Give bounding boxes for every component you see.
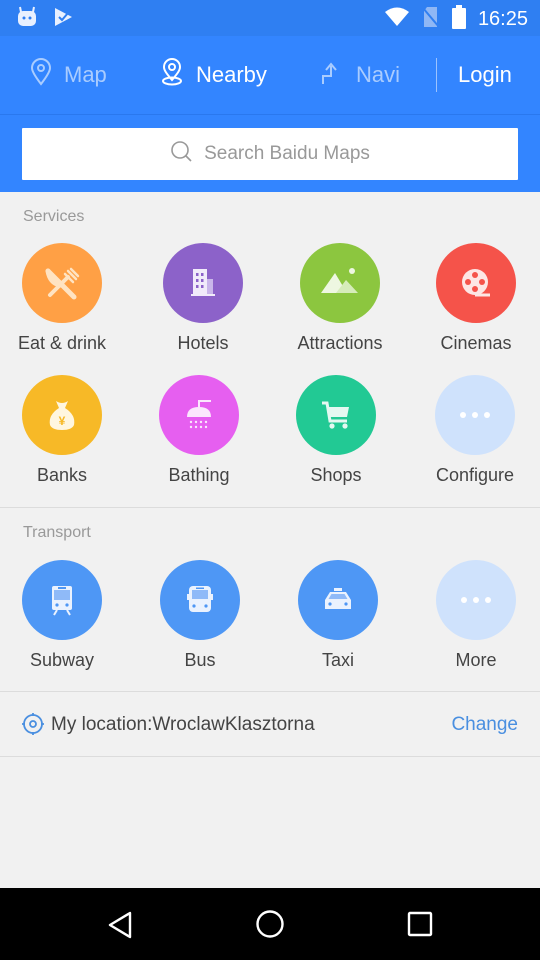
recents-square-icon <box>407 911 433 937</box>
change-location-link[interactable]: Change <box>451 714 518 736</box>
battery-icon <box>451 5 466 34</box>
no-sim-icon <box>422 6 440 33</box>
map-pin-icon <box>30 58 52 92</box>
play-store-check-icon <box>52 6 74 33</box>
subway-train-icon <box>22 560 102 640</box>
bus-icon <box>160 560 240 640</box>
recents-button[interactable] <box>406 910 434 943</box>
navi-turn-icon <box>320 58 344 92</box>
service-hotels[interactable]: Hotels <box>138 243 268 354</box>
service-label: Cinemas <box>440 333 512 353</box>
login-button[interactable]: Login <box>458 36 512 114</box>
service-attractions[interactable]: Attractions <box>275 243 405 354</box>
transport-subway[interactable]: Subway <box>0 560 127 671</box>
service-label: Banks <box>36 465 88 485</box>
nearby-pin-icon <box>160 58 184 92</box>
location-target-icon <box>21 712 45 741</box>
more-dots-icon <box>435 375 515 455</box>
tab-map-label: Map <box>64 62 107 87</box>
tab-navi[interactable]: Navi <box>320 36 400 114</box>
search-area: Search Baidu Maps <box>0 114 540 192</box>
top-nav: Map Nearby Navi Login <box>0 36 540 114</box>
home-button[interactable] <box>255 909 285 944</box>
service-bathing[interactable]: Bathing <box>134 375 264 486</box>
home-circle-icon <box>256 910 284 938</box>
more-dots-icon <box>436 560 516 640</box>
transport-label: Subway <box>29 650 95 670</box>
android-bot-icon <box>16 6 38 33</box>
status-time: 16:25 <box>477 8 528 30</box>
transport-bus[interactable]: Bus <box>135 560 265 671</box>
service-label: Eat & drink <box>17 333 107 353</box>
transport-label: Taxi <box>321 650 354 670</box>
fork-knife-icon <box>22 243 102 323</box>
tab-nearby-label: Nearby <box>196 62 267 87</box>
service-label: Configure <box>435 465 515 485</box>
status-bar: 16:25 <box>0 0 540 36</box>
mountain-icon <box>300 243 380 323</box>
service-label: Attractions <box>297 333 383 353</box>
shopping-cart-icon <box>296 375 376 455</box>
service-shops[interactable]: Shops <box>271 375 401 486</box>
service-label: Bathing <box>168 465 230 485</box>
svg-text:¥: ¥ <box>59 414 66 428</box>
film-reel-icon <box>436 243 516 323</box>
service-cinemas[interactable]: Cinemas <box>411 243 540 354</box>
transport-more[interactable]: More <box>411 560 540 671</box>
search-input[interactable]: Search Baidu Maps <box>22 128 518 180</box>
tab-nearby[interactable]: Nearby <box>160 36 267 114</box>
android-nav-bar <box>0 888 540 960</box>
services-title: Services <box>23 208 85 225</box>
transport-label: Bus <box>184 650 216 670</box>
service-banks[interactable]: ¥ Banks <box>0 375 127 486</box>
section-divider <box>0 756 540 757</box>
service-eat-drink[interactable]: Eat & drink <box>0 243 127 354</box>
wifi-icon <box>384 6 410 33</box>
search-icon <box>170 140 194 169</box>
tab-map[interactable]: Map <box>30 36 107 114</box>
shower-icon <box>159 375 239 455</box>
my-location-row: My location:WroclawKlasztorna Change <box>0 693 540 756</box>
back-button[interactable] <box>106 910 134 945</box>
tab-navi-label: Navi <box>356 62 401 87</box>
money-bag-icon: ¥ <box>22 375 102 455</box>
back-triangle-icon <box>108 911 132 939</box>
my-location-text: My location:WroclawKlasztorna <box>51 713 315 735</box>
search-placeholder: Search Baidu Maps <box>204 143 370 164</box>
section-divider <box>0 507 540 508</box>
service-configure[interactable]: Configure <box>410 375 540 486</box>
transport-taxi[interactable]: Taxi <box>273 560 403 671</box>
service-label: Hotels <box>177 333 229 353</box>
service-label: Shops <box>310 465 362 485</box>
login-label: Login <box>458 62 512 87</box>
transport-label: More <box>455 650 497 670</box>
transport-title: Transport <box>23 524 91 541</box>
hotel-building-icon <box>163 243 243 323</box>
section-divider <box>0 691 540 692</box>
taxi-icon <box>298 560 378 640</box>
nav-divider <box>436 58 437 92</box>
